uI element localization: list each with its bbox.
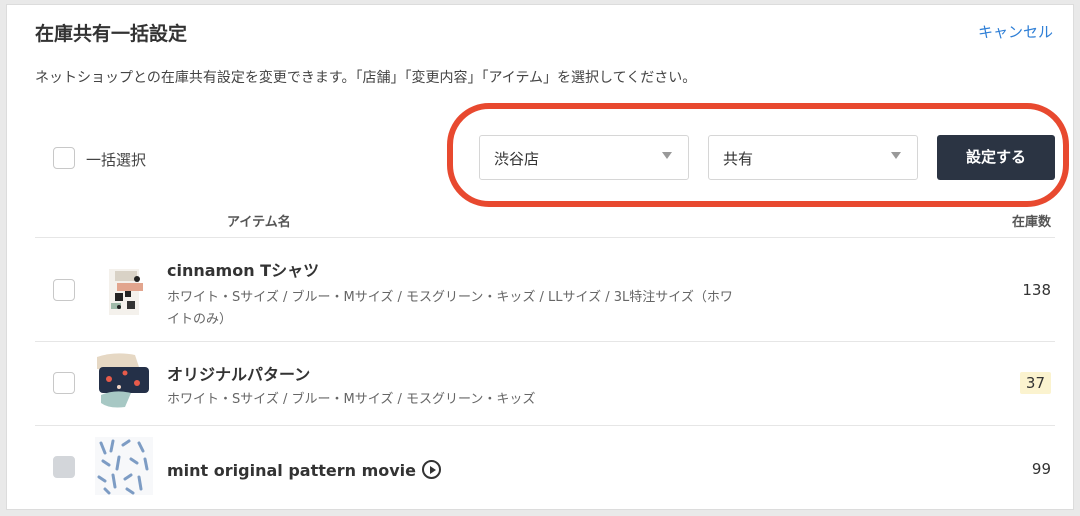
apply-settings-button[interactable]: 設定する [937,135,1055,180]
store-select[interactable]: 渋谷店 [479,135,689,180]
page-title: 在庫共有一括設定 [35,23,188,45]
play-icon [422,460,441,479]
column-header-item-name: アイテム名 [227,215,291,230]
bulk-stock-settings-panel: 在庫共有一括設定 キャンセル ネットショップとの在庫共有設定を変更できます。「店… [6,4,1074,510]
select-all-checkbox[interactable] [53,147,75,169]
item-thumbnail-pattern [95,351,153,409]
store-select-value: 渋谷店 [494,150,540,168]
stock-count: 99 [1031,460,1051,478]
item-name-row: mint original pattern movie [167,460,441,480]
item-name: mint original pattern movie [167,461,416,480]
cancel-link[interactable]: キャンセル [978,21,1053,42]
change-type-select-value: 共有 [723,150,754,168]
page-description: ネットショップとの在庫共有設定を変更できます。「店舗」「変更内容」「アイテム」を… [35,70,697,86]
stock-count: 138 [1022,281,1051,299]
item-variants: ホワイト・Sサイズ / ブルー・Mサイズ / モスグリーン・キッズ [167,392,536,407]
row-checkbox[interactable] [53,279,75,301]
stock-count-low: 37 [1019,372,1051,394]
item-variants: ホワイト・Sサイズ / ブルー・Mサイズ / モスグリーン・キッズ / LLサイ… [167,290,733,327]
row-divider [35,341,1055,342]
item-name: オリジナルパターン [167,365,311,384]
header-divider [35,237,1055,238]
caret-down-icon [662,152,672,159]
change-type-select[interactable]: 共有 [708,135,918,180]
item-name: cinnamon Tシャツ [167,261,320,280]
select-all-label: 一括選択 [86,151,147,169]
row-checkbox-disabled[interactable] [53,456,75,478]
item-thumbnail-tshirt [97,261,155,319]
row-divider [35,425,1055,426]
caret-down-icon [891,152,901,159]
item-thumbnail-mint-pattern [95,437,153,495]
column-header-stock: 在庫数 [1011,215,1051,230]
row-checkbox[interactable] [53,372,75,394]
